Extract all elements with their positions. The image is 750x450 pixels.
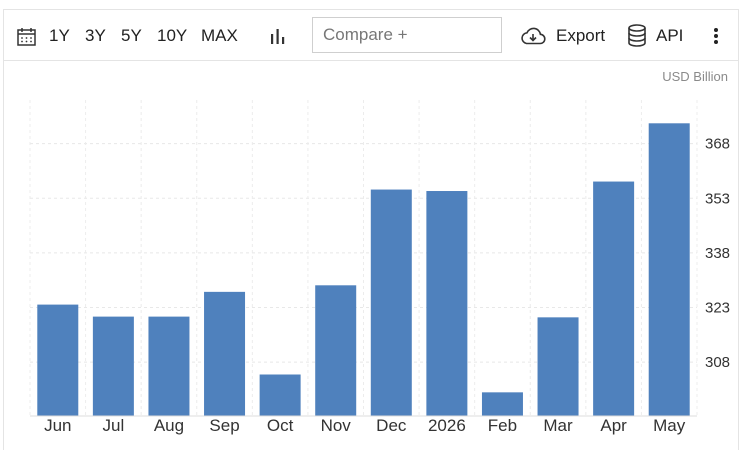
x-tick-label: Feb [488,416,517,435]
x-tick-label: Jul [103,416,125,435]
bar [481,392,523,416]
bar [537,317,579,416]
x-tick-label: May [653,416,686,435]
x-tick-label: Oct [267,416,294,435]
bar-chart: 308 323 338 353 368 Jun Jul Aug Sep Oct Nov Dec 2026… [29,100,730,435]
bar [648,123,690,417]
x-tick-label: Mar [543,416,573,435]
y-tick-label: 368 [705,136,730,153]
x-tick-label: Jun [44,416,71,435]
x-tick-label: Sep [209,416,239,435]
x-tick-label: Aug [154,416,184,435]
y-tick-label: 338 [705,245,730,262]
x-tick-label: 2026 [428,416,466,435]
y-tick-label: 323 [705,300,730,317]
x-tick-label: Nov [321,416,352,435]
y-tick-label: 308 [705,354,730,371]
bar [259,374,301,416]
bar [204,291,246,416]
x-tick-label: Apr [600,416,627,435]
bar [370,189,412,416]
bar [315,285,357,416]
y-tick-label: 353 [705,190,730,207]
bar [593,181,635,416]
bar [426,191,468,416]
bar [37,304,79,416]
x-tick-label: Dec [376,416,407,435]
bar [92,316,134,416]
bar [148,316,190,416]
